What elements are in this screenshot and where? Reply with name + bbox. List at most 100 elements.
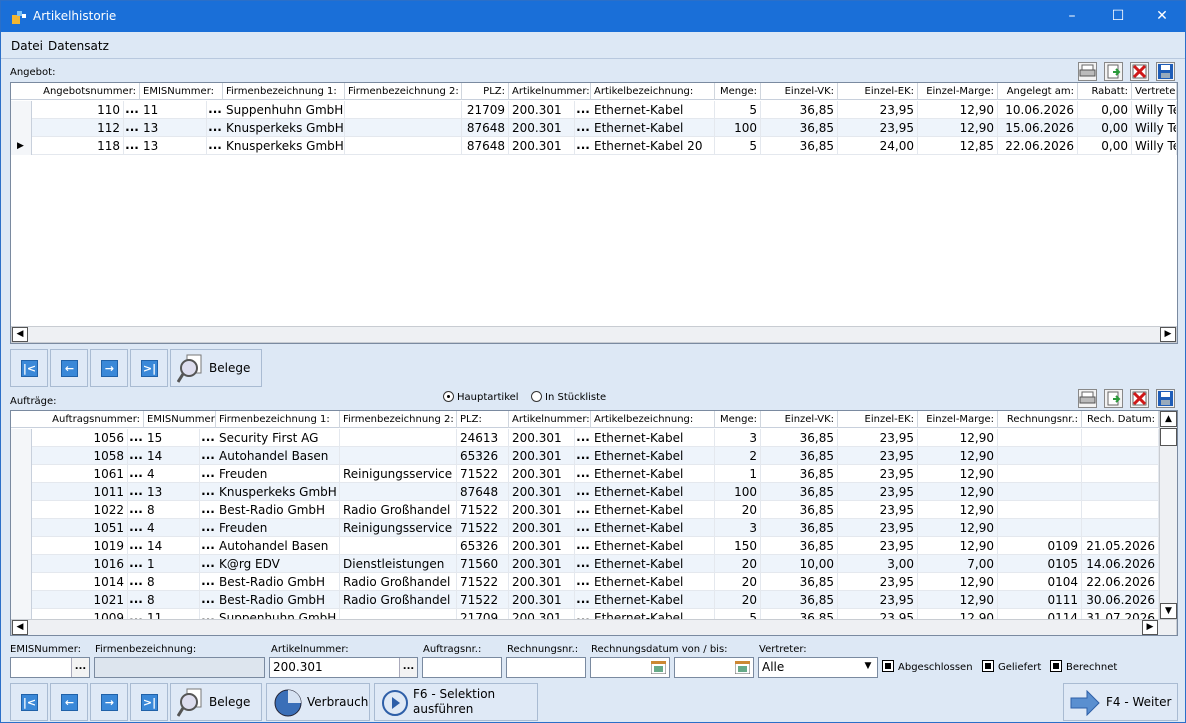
export-icon-2[interactable]	[1104, 389, 1123, 408]
lookup-button[interactable]: ...	[201, 591, 215, 609]
column-header[interactable]: Rabatt:	[1078, 83, 1132, 100]
scroll-up-icon[interactable]: ▲	[1160, 411, 1177, 427]
lookup-button[interactable]: ...	[201, 447, 215, 465]
table-row[interactable]: 1019... 14... Autohandel Basen 65326 200.301…	[11, 537, 1159, 555]
lookup-button[interactable]: ...	[576, 119, 590, 137]
column-header[interactable]: Angelegt am:	[998, 83, 1078, 100]
column-header[interactable]: Artikelnummer:	[509, 411, 591, 428]
lookup-button[interactable]: ...	[129, 591, 143, 609]
column-header[interactable]: Firmenbezeichnung 2:	[340, 411, 457, 428]
first-record-button-2[interactable]: |<	[10, 683, 48, 721]
emis-field[interactable]: ...	[10, 657, 90, 678]
prev-record-button[interactable]: ←	[50, 349, 88, 387]
lookup-button[interactable]: ...	[129, 501, 143, 519]
checkbox-abgeschlossen[interactable]: Abgeschlossen	[882, 660, 973, 673]
datum-von-field[interactable]	[590, 657, 670, 678]
f6-selektion-button[interactable]: F6 - Selektion ausführen	[374, 683, 538, 721]
lookup-button[interactable]: ...	[129, 465, 143, 483]
lookup-button[interactable]: ...	[201, 555, 215, 573]
row-selector[interactable]	[11, 447, 32, 465]
table-row[interactable]: 1056... 15... Security First AG 24613 200.30…	[11, 429, 1159, 447]
scroll-left-icon[interactable]: ◀	[12, 327, 28, 342]
lookup-button[interactable]: ...	[576, 573, 590, 591]
last-record-button[interactable]: >|	[130, 349, 168, 387]
lookup-button[interactable]: ...	[576, 537, 590, 555]
verbrauch-button[interactable]: Verbrauch	[266, 683, 370, 721]
column-header[interactable]: Artikelbezeichnung:	[591, 83, 715, 100]
row-selector[interactable]	[11, 119, 32, 137]
column-header[interactable]: Rech. Datum:	[1082, 411, 1159, 428]
lookup-button[interactable]: ...	[125, 137, 139, 155]
scroll-right-icon-2[interactable]: ▶	[1142, 620, 1158, 635]
row-selector[interactable]	[11, 591, 32, 609]
column-header[interactable]: PLZ:	[462, 83, 509, 100]
column-header[interactable]: Einzel-EK:	[838, 411, 918, 428]
column-header[interactable]: Firmenbezeichnung 2:	[345, 83, 462, 100]
lookup-button[interactable]: ...	[208, 101, 222, 119]
column-header[interactable]: Einzel-VK:	[761, 83, 838, 100]
lookup-button[interactable]: ...	[201, 519, 215, 537]
first-record-button[interactable]: |<	[10, 349, 48, 387]
next-record-button-2[interactable]: →	[90, 683, 128, 721]
menu-datensatz[interactable]: Datensatz	[48, 39, 109, 53]
table-row[interactable]: 110... 11... Suppenhuhn GmbH 21709 200.301..…	[11, 101, 1177, 119]
row-selector[interactable]	[11, 483, 32, 501]
lookup-button[interactable]: ...	[129, 573, 143, 591]
lookup-button[interactable]: ...	[201, 573, 215, 591]
lookup-button[interactable]: ...	[129, 483, 143, 501]
lookup-button[interactable]: ...	[576, 591, 590, 609]
column-header[interactable]: Einzel-Marge:	[918, 83, 998, 100]
table-row[interactable]: 1058... 14... Autohandel Basen 65326 200.301…	[11, 447, 1159, 465]
lookup-button[interactable]: ...	[129, 519, 143, 537]
column-header[interactable]: Artikelnummer:	[509, 83, 591, 100]
checkbox-geliefert[interactable]: Geliefert	[982, 660, 1041, 673]
column-header[interactable]: Rechnungsnr.:	[998, 411, 1082, 428]
row-selector[interactable]	[11, 555, 32, 573]
row-selector[interactable]	[11, 537, 32, 555]
table-row[interactable]: 1021... 8... Best-Radio GmbH Radio Großhand…	[11, 591, 1159, 609]
lookup-button[interactable]: ...	[208, 137, 222, 155]
column-header[interactable]: Auftragsnummer:	[33, 411, 144, 428]
auftraege-vscrollbar[interactable]: ▲ ▼	[1159, 411, 1177, 619]
table-row[interactable]: 1011... 13... Knusperkeks GmbH 87648 200.301…	[11, 483, 1159, 501]
rechnung-field[interactable]	[506, 657, 586, 678]
table-row[interactable]: 1061... 4... Freuden Reinigungsservice 71522…	[11, 465, 1159, 483]
close-button[interactable]: ✕	[1139, 1, 1185, 32]
lookup-button[interactable]: ...	[576, 483, 590, 501]
auftraege-hscrollbar[interactable]: ◀ ▶	[11, 619, 1177, 635]
lookup-button[interactable]: ...	[201, 465, 215, 483]
next-record-button[interactable]: →	[90, 349, 128, 387]
export-icon[interactable]	[1104, 62, 1123, 81]
lookup-button[interactable]: ...	[125, 119, 139, 137]
row-selector[interactable]	[11, 101, 32, 119]
lookup-button[interactable]: ...	[576, 101, 590, 119]
scroll-left-icon-2[interactable]: ◀	[12, 620, 28, 635]
lookup-button[interactable]: ...	[125, 101, 139, 119]
column-header[interactable]: Menge:	[715, 411, 761, 428]
row-selector[interactable]	[11, 465, 32, 483]
table-row[interactable]: ▶ 118... 13... Knusperkeks GmbH 87648 200.301…	[11, 137, 1177, 155]
last-record-button-2[interactable]: >|	[130, 683, 168, 721]
column-header[interactable]: EMISNummer:	[140, 83, 223, 100]
artikel-field[interactable]: 200.301...	[269, 657, 418, 678]
belege-button-bottom[interactable]: Belege	[170, 683, 262, 721]
maximize-button[interactable]: ☐	[1095, 1, 1141, 32]
calendar-icon[interactable]	[735, 661, 750, 674]
f4-weiter-button[interactable]: F4 - Weiter	[1063, 683, 1178, 721]
delete-icon[interactable]	[1130, 62, 1149, 81]
lookup-button[interactable]: ...	[576, 137, 590, 155]
lookup-button[interactable]: ...	[201, 429, 215, 447]
delete-icon-2[interactable]	[1130, 389, 1149, 408]
table-row[interactable]: 1051... 4... Freuden Reinigungsservice 71522…	[11, 519, 1159, 537]
lookup-button[interactable]: ...	[129, 555, 143, 573]
lookup-button[interactable]: ...	[576, 501, 590, 519]
column-header[interactable]: Einzel-Marge:	[918, 411, 998, 428]
lookup-button[interactable]: ...	[576, 555, 590, 573]
lookup-button[interactable]: ...	[129, 429, 143, 447]
lookup-button[interactable]: ...	[201, 537, 215, 555]
radio-stueckliste[interactable]: In Stückliste	[531, 391, 606, 403]
angebot-hscrollbar[interactable]: ◀ ▶	[11, 326, 1177, 343]
row-selector[interactable]	[11, 573, 32, 591]
column-header[interactable]: Artikelbezeichnung:	[591, 411, 715, 428]
lookup-button[interactable]: ...	[576, 429, 590, 447]
